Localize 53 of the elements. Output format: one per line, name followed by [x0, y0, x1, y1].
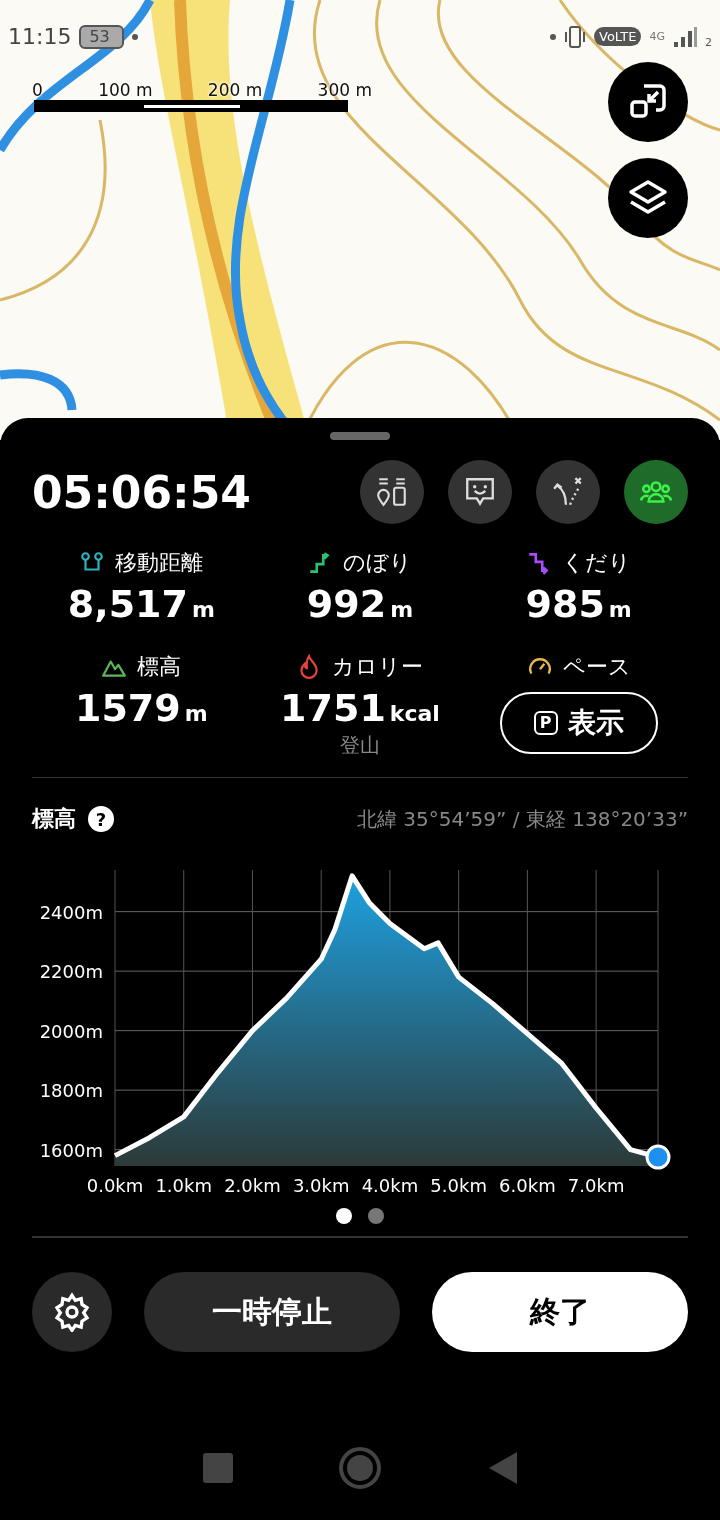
- axis-label: 2400m: [39, 901, 103, 923]
- circle-icon: [338, 1446, 382, 1490]
- notification-dot: [131, 33, 138, 40]
- position-marker: [645, 1144, 671, 1170]
- elapsed-time: 05:06:54: [32, 466, 252, 518]
- axis-label: 4.0km: [361, 1175, 419, 1196]
- section-title: 標高: [32, 805, 76, 833]
- axis-label: 3.0km: [292, 1175, 350, 1196]
- square-icon: [202, 1453, 233, 1483]
- stat-value: 992 m: [306, 582, 414, 626]
- stat-label: 移動距離: [115, 549, 204, 577]
- help-icon[interactable]: ?: [88, 806, 114, 832]
- sim-slot: 2: [705, 36, 712, 49]
- page-dot[interactable]: [336, 1208, 352, 1224]
- pause-button[interactable]: 一時停止: [144, 1272, 400, 1352]
- stat-label: のぼり: [343, 549, 413, 577]
- stat-label: ペース: [562, 653, 631, 681]
- triangle-icon: [487, 1452, 518, 1484]
- axis-label: 1.0km: [155, 1175, 213, 1196]
- stat-value: 985 m: [525, 582, 632, 626]
- settings-icon: [52, 1292, 92, 1332]
- stat-label: くだり: [562, 549, 632, 577]
- axis-label: 2.0km: [224, 1175, 281, 1196]
- stat-label: 標高: [137, 653, 182, 681]
- axis-label: 2200m: [39, 961, 103, 983]
- stat-value: 8,517 m: [67, 582, 215, 626]
- vibrate-icon: [564, 24, 586, 49]
- axis-label: 1800m: [39, 1080, 103, 1102]
- scale-label: 0: [32, 80, 43, 100]
- axis-label: 6.0km: [499, 1175, 556, 1196]
- status-time: 11:15: [8, 24, 72, 49]
- pin-and-phone-icon: [375, 475, 409, 509]
- page-dot[interactable]: [368, 1208, 384, 1224]
- show-pace-button[interactable]: P 表示: [499, 692, 658, 754]
- axis-label: 7.0km: [567, 1175, 625, 1196]
- scale-label: 200 m: [207, 80, 263, 100]
- stat-label: カロリー: [332, 653, 424, 681]
- finish-button[interactable]: 終了: [432, 1272, 688, 1352]
- stat-value: 1751 kcal: [280, 686, 440, 730]
- axis-label: 0.0km: [86, 1175, 144, 1196]
- stat-value: 1579 m: [74, 686, 208, 730]
- volte-badge: VoLTE: [594, 27, 642, 46]
- coordinates: 北緯 35°54’59” / 東経 138°20’33”: [356, 805, 688, 833]
- drag-handle[interactable]: [330, 432, 390, 440]
- axis-label: 1600m: [39, 1139, 103, 1161]
- axis-label: 2000m: [39, 1020, 103, 1042]
- activity-type: 登山: [340, 732, 380, 759]
- network-type: 4G: [649, 30, 665, 43]
- scale-label: 100 m: [98, 80, 153, 100]
- axis-label: 5.0km: [430, 1175, 487, 1196]
- notification-dot: [550, 33, 556, 40]
- signal-icon: [673, 25, 697, 48]
- battery-indicator: 53: [79, 24, 124, 49]
